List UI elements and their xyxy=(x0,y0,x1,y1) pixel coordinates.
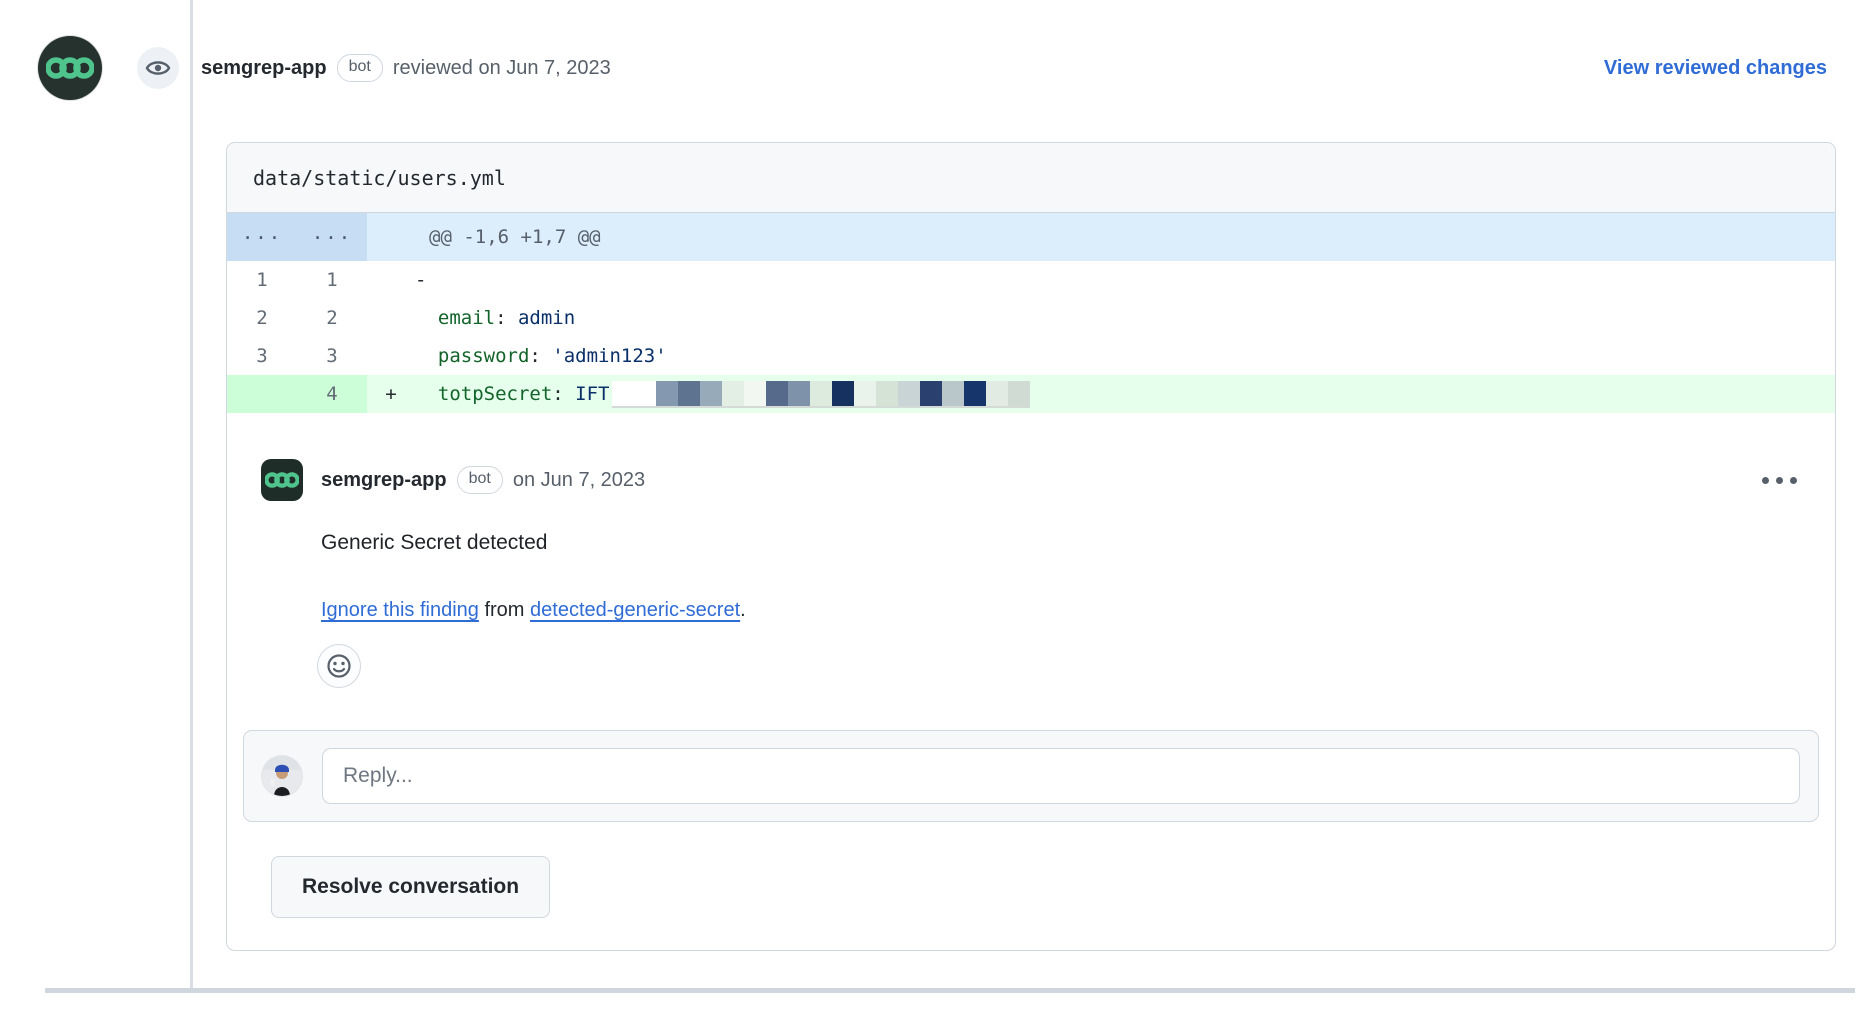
expand-hunk-old-button[interactable]: ... xyxy=(227,213,297,261)
code-token: : xyxy=(495,299,506,337)
code-token: totpSecret xyxy=(415,375,552,413)
comment-body-text: Generic Secret detected xyxy=(321,531,1805,555)
finding-actions-line: Ignore this finding from detected-generi… xyxy=(321,599,1805,622)
code-token: admin xyxy=(507,299,576,337)
diff-sign: + xyxy=(367,375,415,413)
new-line-number: 4 xyxy=(297,375,367,413)
finding-middle-text: from xyxy=(479,599,530,621)
redaction-block xyxy=(854,381,876,406)
new-line-number: 3 xyxy=(297,337,367,375)
old-line-number: 1 xyxy=(227,261,297,299)
redaction-block xyxy=(942,381,964,406)
semgrep-logo-icon xyxy=(265,470,299,490)
redaction-block xyxy=(788,381,810,406)
rule-name-link[interactable]: detected-generic-secret xyxy=(530,599,740,621)
user-avatar xyxy=(262,756,302,796)
review-author-link[interactable]: semgrep-app xyxy=(201,57,327,80)
diff-code: email: admin xyxy=(415,299,1835,337)
comment-meta: semgrep-app bot on Jun 7, 2023 xyxy=(321,466,645,494)
redaction-block xyxy=(678,381,700,406)
code-token: password xyxy=(415,337,529,375)
redaction-block xyxy=(876,381,898,406)
redaction-block xyxy=(612,381,656,406)
code-token: : xyxy=(529,337,540,375)
diff-file-header: data/static/users.yml xyxy=(227,143,1835,213)
old-line-number xyxy=(227,375,297,413)
redacted-secret xyxy=(612,381,1030,408)
redaction-block xyxy=(986,381,1008,406)
finding-period: . xyxy=(740,599,746,621)
redaction-block xyxy=(722,381,744,406)
expand-hunk-new-button[interactable]: ... xyxy=(297,213,367,261)
diff-sign xyxy=(367,261,415,299)
review-thread-card: data/static/users.yml ... ... @@ -1,6 +1… xyxy=(226,142,1836,951)
pr-review-thread-page: semgrep-app bot reviewed on Jun 7, 2023 … xyxy=(0,0,1862,1010)
redaction-block xyxy=(964,381,986,406)
redaction-block xyxy=(1008,381,1030,406)
timeline-line xyxy=(190,0,193,988)
redaction-block xyxy=(832,381,854,406)
diff-hunk-row: ... ... @@ -1,6 +1,7 @@ xyxy=(227,213,1835,261)
new-line-number: 1 xyxy=(297,261,367,299)
diff-line: 22 email: admin xyxy=(227,299,1835,337)
reply-bar xyxy=(243,730,1819,822)
code-token: 'admin123' xyxy=(541,337,667,375)
diff-line: 4+ totpSecret: IFT xyxy=(227,375,1835,413)
diff-code: password: 'admin123' xyxy=(415,337,1835,375)
redaction-block xyxy=(766,381,788,406)
add-reaction-button[interactable] xyxy=(317,644,361,688)
semgrep-bot-avatar[interactable] xyxy=(38,36,102,100)
bot-badge: bot xyxy=(337,54,383,82)
diff-sign xyxy=(367,337,415,375)
diff-code: - xyxy=(415,261,1835,299)
comment-options-kebab-icon[interactable] xyxy=(1754,469,1805,492)
reviewed-eye-badge xyxy=(137,47,179,89)
code-token: IFT xyxy=(564,375,610,413)
comment-author-link[interactable]: semgrep-app xyxy=(321,469,447,492)
redaction-block xyxy=(898,381,920,406)
smiley-icon xyxy=(326,653,352,679)
view-reviewed-changes-link[interactable]: View reviewed changes xyxy=(1604,57,1827,80)
bot-badge: bot xyxy=(457,466,503,494)
section-divider xyxy=(45,988,1855,993)
review-event-text: semgrep-app bot reviewed on Jun 7, 2023 xyxy=(201,54,611,82)
resolve-conversation-button[interactable]: Resolve conversation xyxy=(271,856,550,918)
review-event-header: semgrep-app bot reviewed on Jun 7, 2023 … xyxy=(38,36,1827,100)
semgrep-bot-comment-avatar[interactable] xyxy=(261,459,303,501)
diff-sign xyxy=(367,299,415,337)
diff-lines: 11-22 email: admin33 password: 'admin123… xyxy=(227,261,1835,413)
old-line-number: 2 xyxy=(227,299,297,337)
user-photo-avatar xyxy=(262,756,302,796)
diff-line: 11 - xyxy=(227,261,1835,299)
diff-hunk-gutter: ... ... xyxy=(227,213,367,261)
ignore-finding-link[interactable]: Ignore this finding xyxy=(321,599,479,621)
redaction-block xyxy=(920,381,942,406)
code-token: : xyxy=(552,375,563,413)
old-line-number: 3 xyxy=(227,337,297,375)
bot-comment: semgrep-app bot on Jun 7, 2023 Generic S… xyxy=(227,413,1835,688)
review-action-text: reviewed on Jun 7, 2023 xyxy=(393,57,611,80)
diff-line: 33 password: 'admin123' xyxy=(227,337,1835,375)
new-line-number: 2 xyxy=(297,299,367,337)
redaction-block xyxy=(700,381,722,406)
redaction-block xyxy=(656,381,678,406)
reply-input[interactable] xyxy=(322,748,1800,804)
comment-timestamp: on Jun 7, 2023 xyxy=(513,469,645,492)
code-token: - xyxy=(415,261,426,299)
semgrep-logo-icon xyxy=(46,54,94,82)
diff-filename[interactable]: data/static/users.yml xyxy=(253,166,506,190)
redaction-block xyxy=(744,381,766,406)
eye-icon xyxy=(145,57,171,79)
redaction-block xyxy=(810,381,832,406)
diff-code: totpSecret: IFT xyxy=(415,375,1835,413)
comment-header: semgrep-app bot on Jun 7, 2023 xyxy=(261,459,1805,501)
diff-hunk-header: @@ -1,6 +1,7 @@ xyxy=(367,213,1835,261)
code-token: email xyxy=(415,299,495,337)
